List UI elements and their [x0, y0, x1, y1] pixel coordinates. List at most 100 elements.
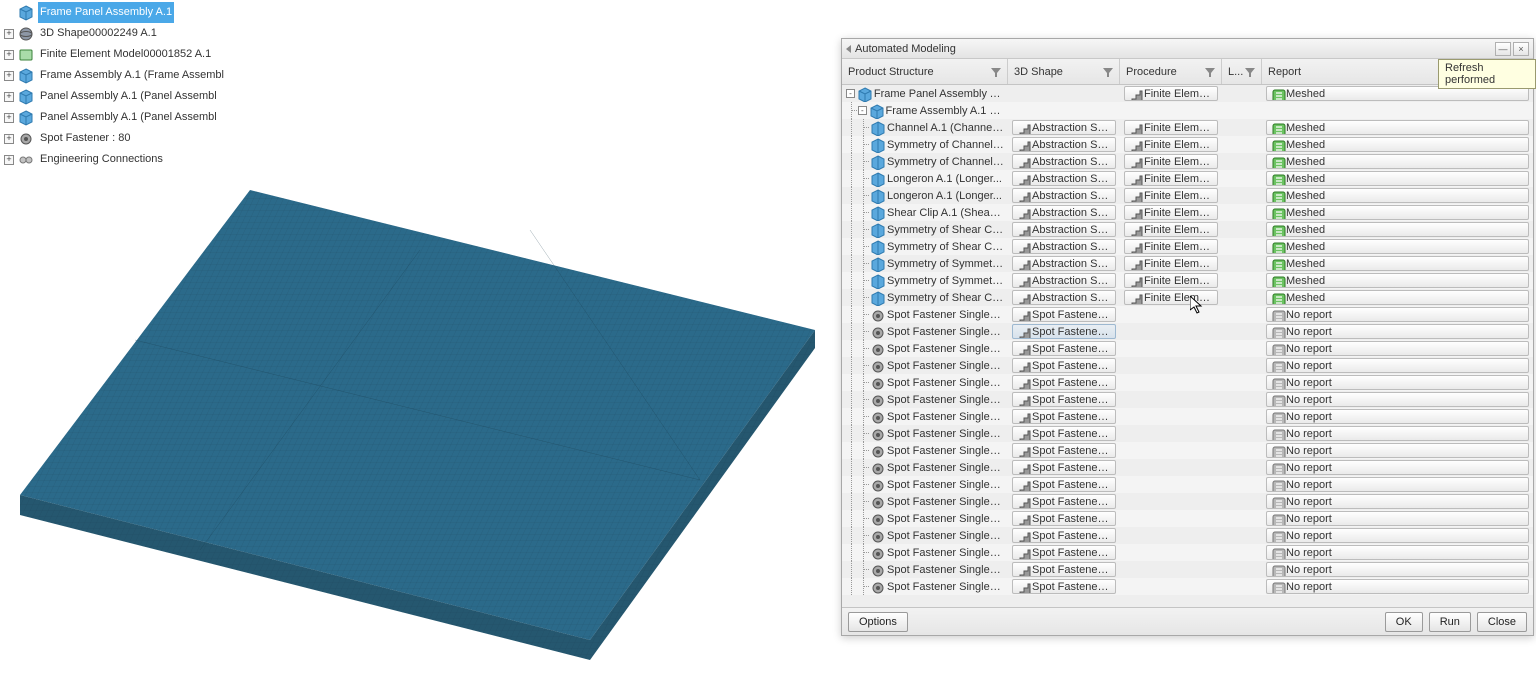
- shape-cell[interactable]: Abstraction Shap...: [1012, 120, 1116, 135]
- report-cell[interactable]: Meshed: [1266, 137, 1529, 152]
- table-row[interactable]: Symmetry of Channel A...Abstraction Shap…: [842, 153, 1533, 170]
- col-level[interactable]: L...: [1222, 59, 1262, 84]
- procedure-cell[interactable]: Finite Elemen...: [1124, 222, 1218, 237]
- shape-cell[interactable]: Spot Fastener Rep...: [1012, 460, 1116, 475]
- shape-cell[interactable]: Spot Fastener Rep...: [1012, 392, 1116, 407]
- table-row[interactable]: Spot Fastener Single00...Spot Fastener R…: [842, 527, 1533, 544]
- run-button[interactable]: Run: [1429, 612, 1471, 632]
- table-row[interactable]: Channel A.1 (Channel.1)Abstraction Shap.…: [842, 119, 1533, 136]
- procedure-cell[interactable]: Finite Elemen...: [1124, 205, 1218, 220]
- report-cell[interactable]: Meshed: [1266, 154, 1529, 169]
- table-row[interactable]: Spot Fastener Single00...Spot Fastener R…: [842, 306, 1533, 323]
- table-row[interactable]: Spot Fastener Single00...Spot Fastener R…: [842, 374, 1533, 391]
- collapse-icon[interactable]: -: [846, 89, 855, 98]
- report-cell[interactable]: No report: [1266, 460, 1529, 475]
- shape-cell[interactable]: Abstraction Shap...: [1012, 188, 1116, 203]
- table-row[interactable]: Shear Clip A.1 (Shear Cl...Abstraction S…: [842, 204, 1533, 221]
- table-row[interactable]: Longeron A.1 (Longer...Abstraction Shap.…: [842, 187, 1533, 204]
- report-cell[interactable]: No report: [1266, 511, 1529, 526]
- table-row[interactable]: Spot Fastener Single00...Spot Fastener R…: [842, 561, 1533, 578]
- table-row[interactable]: Spot Fastener Single00...Spot Fastener R…: [842, 544, 1533, 561]
- table-row[interactable]: Spot Fastener Single00...Spot Fastener R…: [842, 391, 1533, 408]
- tree-node[interactable]: +3D Shape00002249 A.1: [4, 23, 264, 44]
- table-row[interactable]: Symmetry of Shear Clip...Abstraction Sha…: [842, 238, 1533, 255]
- report-cell[interactable]: No report: [1266, 579, 1529, 594]
- report-cell[interactable]: No report: [1266, 477, 1529, 492]
- shape-cell[interactable]: Abstraction Shap...: [1012, 290, 1116, 305]
- procedure-cell[interactable]: Finite Elemen...: [1124, 171, 1218, 186]
- report-cell[interactable]: No report: [1266, 562, 1529, 577]
- shape-cell[interactable]: Spot Fastener Rep...: [1012, 307, 1116, 322]
- table-row[interactable]: Spot Fastener Single00...Spot Fastener R…: [842, 578, 1533, 595]
- shape-cell[interactable]: Abstraction Shap...: [1012, 256, 1116, 271]
- table-row[interactable]: Spot Fastener Single00...Spot Fastener R…: [842, 493, 1533, 510]
- expand-icon[interactable]: +: [4, 92, 14, 102]
- report-cell[interactable]: No report: [1266, 358, 1529, 373]
- report-cell[interactable]: No report: [1266, 392, 1529, 407]
- table-row[interactable]: Spot Fastener Single00...Spot Fastener R…: [842, 340, 1533, 357]
- tree-node[interactable]: +Panel Assembly A.1 (Panel Assembl: [4, 107, 264, 128]
- close-button[interactable]: Close: [1477, 612, 1527, 632]
- collapse-icon[interactable]: -: [858, 106, 867, 115]
- table-row[interactable]: Spot Fastener Single00...Spot Fastener R…: [842, 510, 1533, 527]
- table-row[interactable]: Spot Fastener Single00...Spot Fastener R…: [842, 425, 1533, 442]
- report-cell[interactable]: Meshed: [1266, 256, 1529, 271]
- close-button[interactable]: ×: [1513, 42, 1529, 56]
- filter-icon[interactable]: [1243, 65, 1257, 79]
- table-row[interactable]: Symmetry of Symmetr...Abstraction Shap..…: [842, 272, 1533, 289]
- table-row[interactable]: Spot Fastener Single00...Spot Fastener R…: [842, 357, 1533, 374]
- report-cell[interactable]: Meshed: [1266, 205, 1529, 220]
- table-row[interactable]: Spot Fastener Single00...Spot Fastener R…: [842, 323, 1533, 340]
- report-cell[interactable]: Meshed: [1266, 273, 1529, 288]
- table-row[interactable]: Spot Fastener Single00...Spot Fastener R…: [842, 442, 1533, 459]
- report-cell[interactable]: Meshed: [1266, 290, 1529, 305]
- procedure-cell[interactable]: Finite Elemen...: [1124, 154, 1218, 169]
- viewport-3d[interactable]: [0, 150, 840, 670]
- shape-cell[interactable]: Abstraction Shap...: [1012, 171, 1116, 186]
- procedure-cell[interactable]: Finite Elemen...: [1124, 120, 1218, 135]
- report-cell[interactable]: Meshed: [1266, 171, 1529, 186]
- shape-cell[interactable]: Spot Fastener Rep...: [1012, 528, 1116, 543]
- expand-icon[interactable]: +: [4, 29, 14, 39]
- procedure-cell[interactable]: Finite Elemen...: [1124, 86, 1218, 101]
- expand-icon[interactable]: +: [4, 134, 14, 144]
- report-cell[interactable]: No report: [1266, 375, 1529, 390]
- filter-icon[interactable]: [1101, 65, 1115, 79]
- expand-icon[interactable]: +: [4, 113, 14, 123]
- table-row[interactable]: -Frame Assembly A.1 (Fr...: [842, 102, 1533, 119]
- table-row[interactable]: Spot Fastener Single00...Spot Fastener R…: [842, 408, 1533, 425]
- procedure-cell[interactable]: Finite Elemen...: [1124, 137, 1218, 152]
- shape-cell[interactable]: Spot Fastener Rep...: [1012, 562, 1116, 577]
- table-row[interactable]: Symmetry of Channel A...Abstraction Shap…: [842, 136, 1533, 153]
- shape-cell[interactable]: Abstraction Shap...: [1012, 205, 1116, 220]
- report-cell[interactable]: Meshed: [1266, 120, 1529, 135]
- procedure-cell[interactable]: Finite Elemen...: [1124, 273, 1218, 288]
- shape-cell[interactable]: Spot Fastener Rep...: [1012, 511, 1116, 526]
- tree-node[interactable]: Frame Panel Assembly A.1: [4, 2, 264, 23]
- shape-cell[interactable]: Spot Fastener Rep...: [1012, 341, 1116, 356]
- shape-cell[interactable]: Spot Fastener Rep...: [1012, 579, 1116, 594]
- options-button[interactable]: Options: [848, 612, 908, 632]
- col-procedure[interactable]: Procedure: [1120, 59, 1222, 84]
- table-row[interactable]: -Frame Panel Assembly A.1Finite Elemen..…: [842, 85, 1533, 102]
- table-row[interactable]: Longeron A.1 (Longer...Abstraction Shap.…: [842, 170, 1533, 187]
- shape-cell[interactable]: Abstraction Shap...: [1012, 154, 1116, 169]
- shape-cell[interactable]: Spot Fastener Rep...: [1012, 324, 1116, 339]
- procedure-cell[interactable]: Finite Elemen...: [1124, 239, 1218, 254]
- minimize-button[interactable]: —: [1495, 42, 1511, 56]
- shape-cell[interactable]: Spot Fastener Rep...: [1012, 375, 1116, 390]
- report-cell[interactable]: Meshed: [1266, 222, 1529, 237]
- shape-cell[interactable]: Abstraction Shap...: [1012, 222, 1116, 237]
- tree-node[interactable]: +Spot Fastener : 80: [4, 128, 264, 149]
- filter-icon[interactable]: [1203, 65, 1217, 79]
- report-cell[interactable]: No report: [1266, 324, 1529, 339]
- procedure-cell[interactable]: Finite Elemen...: [1124, 188, 1218, 203]
- shape-cell[interactable]: Abstraction Shap...: [1012, 273, 1116, 288]
- col-product-structure[interactable]: Product Structure: [842, 59, 1008, 84]
- tree-node[interactable]: +Finite Element Model00001852 A.1: [4, 44, 264, 65]
- report-cell[interactable]: No report: [1266, 528, 1529, 543]
- report-cell[interactable]: Meshed: [1266, 188, 1529, 203]
- procedure-cell[interactable]: Finite Elemen...: [1124, 256, 1218, 271]
- shape-cell[interactable]: Spot Fastener Rep...: [1012, 545, 1116, 560]
- tree-node[interactable]: +Frame Assembly A.1 (Frame Assembl: [4, 65, 264, 86]
